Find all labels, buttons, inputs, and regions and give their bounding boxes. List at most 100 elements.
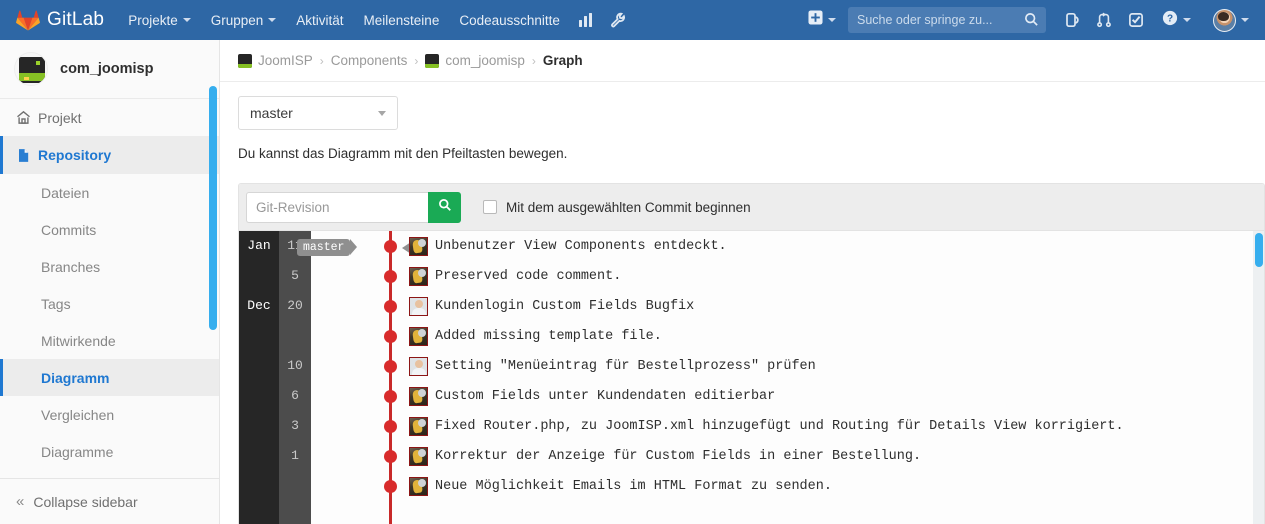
help-dropdown[interactable]: ? <box>1152 0 1197 40</box>
sidebar-item-tags[interactable]: Tags <box>0 285 219 322</box>
commit-row[interactable]: Custom Fields unter Kundendaten editierb… <box>409 381 775 411</box>
sidebar-item-diagramm[interactable]: Diagramm <box>0 359 219 396</box>
search-input[interactable] <box>848 7 1046 33</box>
sidebar-item-repository[interactable]: Repository <box>0 136 219 174</box>
chevron-down-icon <box>378 110 386 116</box>
commit-message[interactable]: Preserved code comment. <box>435 269 621 284</box>
sidebar-scrollbar-track[interactable] <box>209 40 218 524</box>
commit-row[interactable]: Preserved code comment. <box>409 261 621 291</box>
commit-row[interactable]: Setting "Menüeintrag für Bestellprozess"… <box>409 351 816 381</box>
commit-author-avatar <box>409 236 428 256</box>
commit-dot[interactable] <box>384 390 397 403</box>
sidebar-item-diagramme[interactable]: Diagramme <box>0 433 219 470</box>
collapse-sidebar-button[interactable]: « Collapse sidebar <box>0 478 219 524</box>
sidebar-project-header[interactable]: com_joomisp <box>0 40 219 98</box>
commit-message[interactable]: Kundenlogin Custom Fields Bugfix <box>435 299 694 314</box>
chevron-down-icon <box>268 18 277 22</box>
sidebar-item-mitwirkende[interactable]: Mitwirkende <box>0 322 219 359</box>
commit-message[interactable]: Neue Möglichkeit Emails im HTML Format z… <box>435 479 832 494</box>
global-search-box[interactable] <box>848 7 1046 33</box>
chevron-down-icon <box>828 18 836 22</box>
breadcrumb-item-components[interactable]: Components <box>331 53 408 68</box>
commit-dot[interactable] <box>384 450 397 463</box>
graph-month-label <box>239 441 279 471</box>
breadcrumb: JoomISP › Components › com_joomisp › Gra… <box>220 40 1265 82</box>
commit-message[interactable]: Korrektur der Anzeige für Custom Fields … <box>435 449 921 464</box>
analytics-chart-icon[interactable] <box>570 0 602 40</box>
help-question-icon: ? <box>1162 10 1178 31</box>
commit-dot[interactable] <box>384 420 397 433</box>
sidebar-item-projekt[interactable]: Projekt <box>0 98 219 136</box>
graph-day-label: 10 <box>287 358 303 373</box>
plus-square-icon <box>808 10 823 30</box>
nav-item-label: Meilensteine <box>363 12 440 28</box>
commit-row[interactable]: Added missing template file. <box>409 321 662 351</box>
commit-row[interactable]: Neue Möglichkeit Emails im HTML Format z… <box>409 471 832 501</box>
graph-month-label <box>239 321 279 351</box>
commit-message[interactable]: Custom Fields unter Kundendaten editierb… <box>435 389 775 404</box>
nav-item-label: Gruppen <box>210 12 264 28</box>
navbar-right: ? <box>798 0 1265 40</box>
commit-author-avatar <box>409 446 428 466</box>
graph-canvas[interactable]: Jan Dec 11 5 20 10 6 3 1 master Unbenutz… <box>239 231 1264 524</box>
commit-row[interactable]: Unbenutzer View Components entdeckt. <box>409 231 727 261</box>
sidebar-item-vergleichen[interactable]: Vergleichen <box>0 396 219 433</box>
todos-checkbox-icon[interactable] <box>1120 0 1152 40</box>
project-avatar-icon <box>14 52 48 86</box>
checkbox-box[interactable] <box>483 200 497 214</box>
breadcrumb-item-joomisp[interactable]: JoomISP <box>258 53 313 68</box>
commit-message[interactable]: Setting "Menüeintrag für Bestellprozess"… <box>435 359 816 374</box>
branch-selector[interactable]: master <box>238 96 398 130</box>
nav-item-codeausschnitte[interactable]: Codeausschnitte <box>449 0 570 40</box>
user-menu-dropdown[interactable] <box>1197 0 1255 40</box>
graph-day-label: 1 <box>291 448 299 463</box>
merge-requests-icon[interactable] <box>1088 0 1120 40</box>
breadcrumb-separator: › <box>414 53 419 68</box>
commit-dot[interactable] <box>384 330 397 343</box>
commit-row[interactable]: Fixed Router.php, zu JoomISP.xml hinzuge… <box>409 411 1124 441</box>
commit-dot[interactable] <box>384 240 397 253</box>
sidebar-item-branches[interactable]: Branches <box>0 248 219 285</box>
sidebar-item-dateien[interactable]: Dateien <box>0 174 219 211</box>
checkbox-label: Mit dem ausgewählten Commit beginnen <box>506 199 751 215</box>
graph-scrollbar-thumb[interactable] <box>1254 233 1263 267</box>
sidebar-subitem-label: Vergleichen <box>41 406 115 423</box>
commit-message[interactable]: Fixed Router.php, zu JoomISP.xml hinzuge… <box>435 419 1124 434</box>
revision-search-button[interactable] <box>428 191 461 223</box>
issues-icon[interactable] <box>1056 0 1088 40</box>
sidebar-item-commits[interactable]: Commits <box>0 211 219 248</box>
branch-tag-master[interactable]: master <box>297 239 358 256</box>
graph-month-label: Jan <box>247 238 271 253</box>
graph-days-column: 11 5 20 10 6 3 1 <box>279 231 311 524</box>
search-icon <box>438 198 452 217</box>
graph-day-label: 6 <box>291 388 299 403</box>
nav-item-label: Projekte <box>128 12 178 28</box>
commit-message[interactable]: Added missing template file. <box>435 329 662 344</box>
sidebar-scrollbar-thumb[interactable] <box>209 86 217 330</box>
commit-dot[interactable] <box>384 270 397 283</box>
graph-scrollbar-track[interactable] <box>1253 231 1264 524</box>
commit-message[interactable]: Unbenutzer View Components entdeckt. <box>435 239 727 254</box>
commit-dot[interactable] <box>384 300 397 313</box>
nav-item-projekte[interactable]: Projekte <box>118 0 201 40</box>
commit-dot[interactable] <box>384 480 397 493</box>
nav-item-meilensteine[interactable]: Meilensteine <box>354 0 450 40</box>
sidebar-subitem-label: Dateien <box>41 184 90 201</box>
begin-with-selected-commit-checkbox[interactable]: Mit dem ausgewählten Commit beginnen <box>483 200 751 215</box>
new-item-dropdown[interactable] <box>798 0 842 40</box>
commit-row[interactable]: Kundenlogin Custom Fields Bugfix <box>409 291 694 321</box>
breadcrumb-item-com-joomisp[interactable]: com_joomisp <box>445 53 525 68</box>
nav-item-aktivitaet[interactable]: Aktivität <box>286 0 353 40</box>
top-navbar: GitLab Projekte Gruppen Aktivität Meilen… <box>0 0 1265 40</box>
commit-dot[interactable] <box>384 360 397 373</box>
nav-item-gruppen[interactable]: Gruppen <box>201 0 287 40</box>
graph-month-label <box>239 411 279 441</box>
graph-day-label <box>279 471 311 501</box>
gitlab-logo-link[interactable]: GitLab <box>0 0 118 40</box>
group-avatar-icon <box>238 53 252 68</box>
svg-text:?: ? <box>1167 13 1173 24</box>
wrench-icon[interactable] <box>602 0 634 40</box>
git-revision-input[interactable] <box>246 191 428 223</box>
chevron-down-icon <box>1241 18 1249 22</box>
commit-row[interactable]: Korrektur der Anzeige für Custom Fields … <box>409 441 921 471</box>
